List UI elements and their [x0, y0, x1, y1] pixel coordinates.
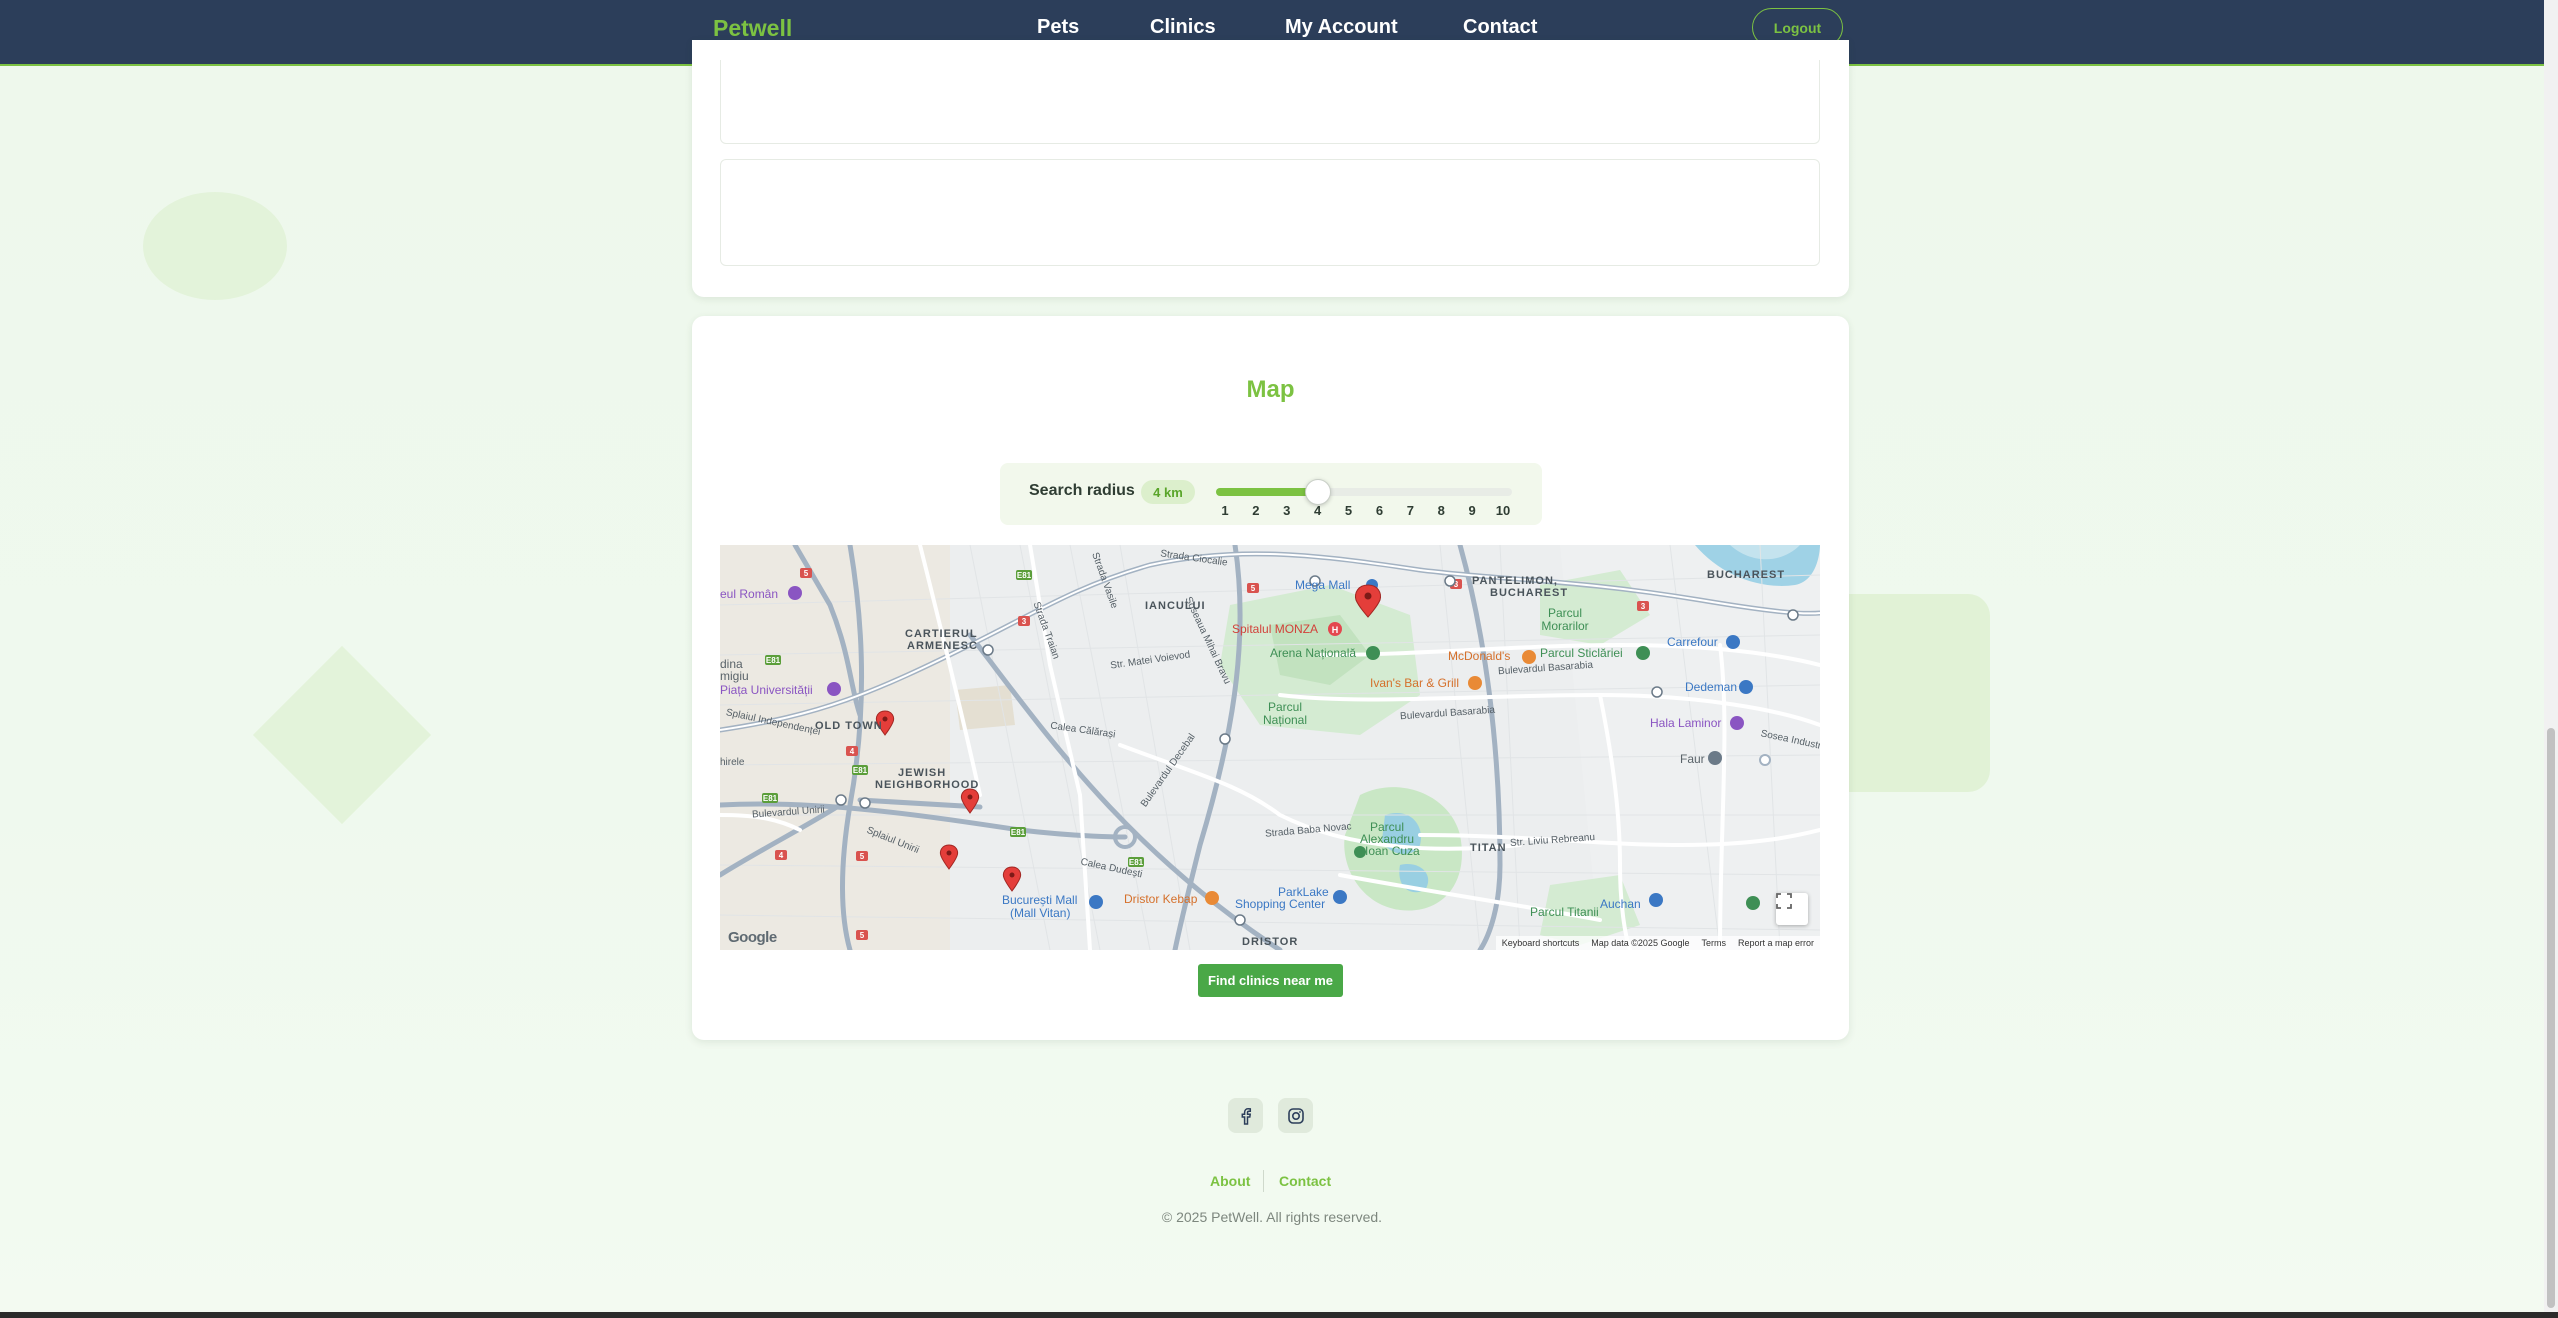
facebook-icon [1241, 1107, 1251, 1125]
map-label: (Mall Vitan) [1010, 906, 1071, 920]
map-label: JEWISH [898, 767, 947, 779]
slider-tick-label: 9 [1468, 503, 1476, 518]
map-label: Piața Universității [720, 683, 813, 697]
map-label: CARTIERUL [905, 628, 978, 640]
svg-text:5: 5 [860, 852, 865, 861]
svg-text:4: 4 [850, 747, 855, 756]
map-label: DRISTOR [1242, 936, 1299, 948]
slider-tick-label: 2 [1252, 503, 1260, 518]
search-radius-slider[interactable] [1216, 479, 1512, 505]
map-label: hirele [720, 757, 745, 768]
report-map-error-link[interactable]: Report a map error [1738, 938, 1814, 948]
footer-link-contact[interactable]: Contact [1279, 1173, 1331, 1189]
slider-tick-label: 7 [1406, 503, 1414, 518]
nav-link-my-account[interactable]: My Account [1285, 16, 1398, 39]
map-label: ARMENESC [907, 640, 978, 652]
map-label: Ivan's Bar & Grill [1370, 676, 1459, 690]
map-label: Faur [1680, 752, 1705, 766]
instagram-link[interactable] [1278, 1098, 1313, 1133]
terms-link[interactable]: Terms [1701, 938, 1726, 948]
search-radius-value-badge: 4 km [1141, 480, 1195, 504]
map-label: București Mall [1002, 893, 1078, 907]
map-label: Mega Mall [1295, 578, 1351, 592]
map-label: Ioan Cuza [1365, 844, 1420, 858]
svg-text:5: 5 [804, 569, 809, 578]
fullscreen-icon [1776, 893, 1792, 909]
map-label: Auchan [1600, 897, 1641, 911]
scrollbar-thumb[interactable] [2547, 728, 2555, 1308]
slider-tick-label: 10 [1495, 503, 1511, 518]
footer-divider [1263, 1170, 1264, 1192]
svg-text:5: 5 [860, 931, 865, 940]
slider-fill [1216, 488, 1318, 496]
svg-text:3: 3 [1022, 617, 1027, 626]
svg-text:4: 4 [779, 851, 784, 860]
slider-tick-label: 5 [1344, 503, 1353, 518]
map-label: OLD TOWN [815, 720, 883, 732]
map-label: Parcul Titanii [1530, 905, 1599, 919]
map-label: Spitalul MONZA [1232, 622, 1319, 636]
map-label: Shopping Center [1235, 897, 1326, 911]
keyboard-shortcuts-link[interactable]: Keyboard shortcuts [1502, 938, 1580, 948]
slider-tick-labels: 1 2 3 4 5 6 7 8 9 10 [1216, 503, 1512, 519]
search-radius-label: Search radius [1029, 482, 1135, 499]
page-scrollbar[interactable] [2544, 0, 2558, 1318]
instagram-icon [1287, 1107, 1304, 1124]
map-label: Hala Laminor [1650, 716, 1722, 730]
svg-text:E81: E81 [1017, 571, 1032, 580]
decorative-diamond [252, 645, 432, 825]
slider-tick-label: 4 [1314, 503, 1322, 518]
svg-text:H: H [1332, 625, 1339, 635]
map-attribution-bar: Keyboard shortcuts Map data ©2025 Google… [1495, 936, 1820, 950]
map-label: Dedeman [1685, 680, 1738, 694]
map-fullscreen-button[interactable] [1776, 893, 1808, 925]
footer-link-about[interactable]: About [1210, 1173, 1250, 1189]
map-label: NEIGHBORHOOD [875, 779, 980, 791]
slider-tick-label: 1 [1221, 503, 1229, 518]
map-label: McDonald's [1448, 649, 1511, 663]
map-data-attribution: Map data ©2025 Google [1591, 938, 1690, 948]
svg-text:3: 3 [1641, 602, 1646, 611]
map-base-layer: 3 5 3 3 5 4 5 5 4 E81 E81 E81 E81 E81 E8… [720, 545, 1820, 950]
os-taskbar-edge [0, 1312, 2558, 1318]
map-label: eul Român [720, 587, 779, 601]
clinics-map[interactable]: 3 5 3 3 5 4 5 5 4 E81 E81 E81 E81 E81 E8… [720, 545, 1820, 950]
map-label: Parcul Național [1262, 700, 1308, 727]
slider-thumb[interactable] [1304, 479, 1331, 505]
map-label: BUCHAREST [1490, 587, 1569, 599]
svg-text:E81: E81 [763, 794, 778, 803]
map-label: BUCHAREST [1707, 569, 1786, 581]
svg-text:E81: E81 [1011, 828, 1026, 837]
map-label: Arena Națională [1270, 646, 1357, 660]
map-label: Dristor Kebap [1124, 892, 1198, 906]
svg-text:5: 5 [1251, 584, 1256, 593]
copyright-text: © 2025 PetWell. All rights reserved. [1161, 1209, 1383, 1225]
map-section-title: Map [1246, 376, 1295, 403]
facebook-link[interactable] [1228, 1098, 1263, 1133]
brand-logo[interactable]: Petwell [713, 15, 792, 42]
decorative-ellipse [143, 192, 287, 300]
nav-link-contact[interactable]: Contact [1463, 16, 1537, 39]
map-label: TITAN [1470, 842, 1507, 854]
slider-tick-label: 6 [1375, 503, 1384, 518]
find-clinics-button[interactable]: Find clinics near me [1198, 964, 1343, 997]
map-label: Parcul Sticlăriei [1540, 646, 1623, 660]
map-label: PANTELIMON, [1472, 575, 1558, 587]
map-label: Carrefour [1667, 635, 1718, 649]
svg-text:E81: E81 [1129, 858, 1144, 867]
nav-link-clinics[interactable]: Clinics [1150, 16, 1216, 39]
content-panel [720, 60, 1820, 144]
svg-text:E81: E81 [766, 656, 781, 665]
google-logo[interactable]: Google [728, 929, 777, 946]
map-label: migiu [720, 669, 749, 683]
content-panel [720, 159, 1820, 266]
slider-tick-label: 8 [1437, 503, 1445, 518]
map-label: Parcul Morarilor [1541, 606, 1589, 633]
svg-text:E81: E81 [853, 766, 868, 775]
nav-link-pets[interactable]: Pets [1037, 16, 1079, 39]
slider-tick-label: 3 [1283, 503, 1291, 518]
